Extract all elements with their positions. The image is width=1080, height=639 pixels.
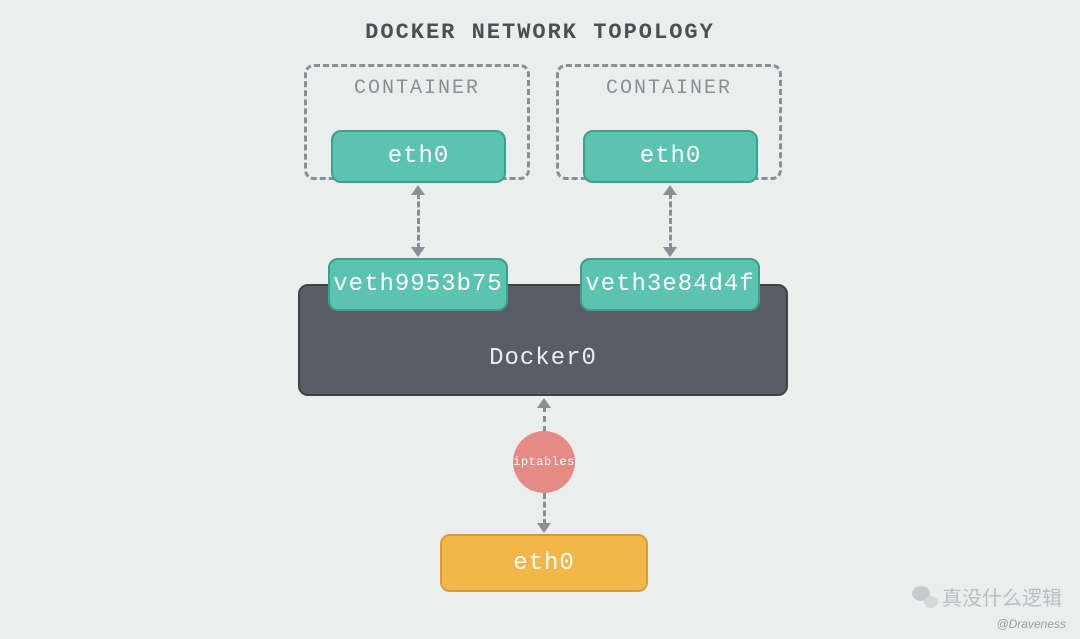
arrowhead-up-docker [537, 398, 551, 408]
arrow-line-docker-iptables [543, 406, 546, 432]
arrow-line-eth-veth-right [669, 193, 672, 249]
host-eth0-label: eth0 [513, 550, 575, 577]
container-label-left: CONTAINER [307, 77, 527, 100]
container-label-right: CONTAINER [559, 77, 779, 100]
veth-box-right-overlay: veth3e84d4f [580, 258, 760, 311]
eth0-label-left: eth0 [388, 143, 450, 170]
arrowhead-up-left [411, 185, 425, 195]
arrow-line-eth-veth-left [417, 193, 420, 249]
docker0-label: Docker0 [489, 345, 597, 372]
watermark-cn-text: 真没什么逻辑 [942, 582, 1062, 611]
eth0-box-left: eth0 [331, 130, 506, 183]
host-eth0-box: eth0 [440, 534, 648, 592]
eth0-box-right: eth0 [583, 130, 758, 183]
watermark-en: @Draveness [996, 617, 1066, 631]
watermark-cn: 真没什么逻辑 [912, 582, 1062, 611]
arrowhead-down-right [663, 247, 677, 257]
iptables-label: iptables [513, 455, 575, 469]
eth0-label-right: eth0 [640, 143, 702, 170]
diagram-title: DOCKER NETWORK TOPOLOGY [0, 20, 1080, 45]
wechat-icon [912, 586, 938, 608]
arrowhead-up-right [663, 185, 677, 195]
iptables-circle: iptables [513, 431, 575, 493]
arrowhead-down-hosteth [537, 523, 551, 533]
veth-box-left-overlay: veth9953b75 [328, 258, 508, 311]
arrowhead-down-left [411, 247, 425, 257]
arrow-line-iptables-eth [543, 493, 546, 525]
